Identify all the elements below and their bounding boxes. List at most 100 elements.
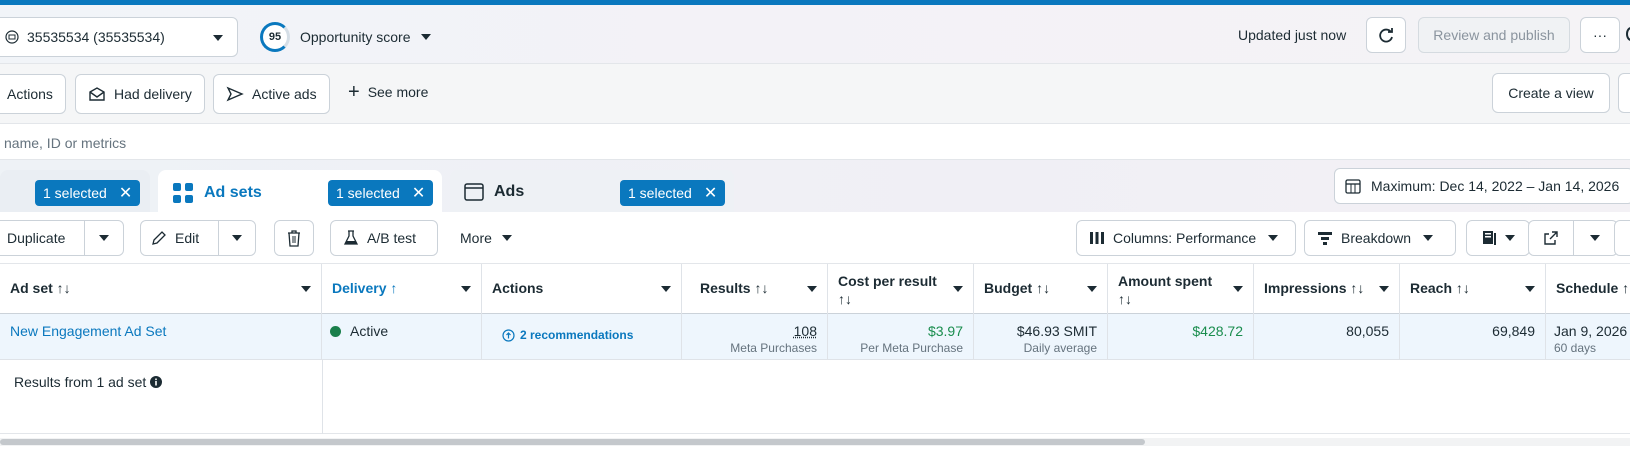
chevron-down-icon xyxy=(1268,235,1279,241)
opportunity-score-badge: 95 xyxy=(260,22,290,52)
filter-chip-label: Actions xyxy=(7,86,53,102)
collapse-panel-button[interactable] xyxy=(1618,73,1630,113)
date-range-picker[interactable]: Maximum: Dec 14, 2022 – Jan 14, 2026 xyxy=(1334,168,1630,204)
export-button[interactable] xyxy=(1529,221,1573,255)
scrollbar-thumb[interactable] xyxy=(0,439,1145,445)
level-tabs: 1 selected ✕ Ad sets 1 selected ✕ Ads 1 se… xyxy=(0,160,1630,212)
budget-value[interactable]: $46.93 SMIT xyxy=(1017,323,1097,339)
cost-per-result-value: $3.97 xyxy=(927,323,963,339)
chevron-down-icon[interactable] xyxy=(1379,286,1389,292)
cell-budget: $46.93 SMIT Daily average xyxy=(974,314,1108,360)
campaigns-selected-pill[interactable]: 1 selected ✕ xyxy=(35,180,141,206)
ab-test-button[interactable]: A/B test xyxy=(330,220,438,256)
columns-button[interactable]: Columns: Performance xyxy=(1076,220,1296,256)
chevron-down-icon xyxy=(232,235,243,241)
ab-test-label: A/B test xyxy=(367,230,417,246)
duplicate-label: Duplicate xyxy=(7,230,66,246)
close-icon[interactable]: ✕ xyxy=(412,183,425,203)
see-more-filters[interactable]: + See more xyxy=(348,82,429,102)
selected-count: 1 selected xyxy=(336,185,400,201)
chevron-down-icon[interactable] xyxy=(1087,286,1097,292)
chevron-down-icon xyxy=(420,34,431,40)
create-view-button[interactable]: Create a view xyxy=(1492,73,1610,113)
action-toolbar: Duplicate Edit A/B test More Columns: Pe… xyxy=(0,212,1630,264)
column-header-results[interactable]: Results ↑↓ xyxy=(682,264,828,314)
filter-chip-label: Active ads xyxy=(252,86,317,102)
impressions-value: 80,055 xyxy=(1346,323,1389,339)
breakdown-button[interactable]: Breakdown xyxy=(1304,220,1456,256)
ads-selected-pill[interactable]: 1 selected ✕ xyxy=(620,180,726,206)
close-icon[interactable]: ✕ xyxy=(704,183,717,203)
account-selector[interactable]: 35535534 (35535534) xyxy=(0,17,238,57)
chevron-down-icon[interactable] xyxy=(461,286,471,292)
duplicate-button[interactable]: Duplicate xyxy=(0,221,84,255)
column-header-reach[interactable]: Reach ↑↓ xyxy=(1400,264,1546,314)
chevron-down-icon xyxy=(501,235,512,241)
column-header-schedule[interactable]: Schedule ↑↓ xyxy=(1546,264,1630,314)
amount-spent-value: $428.72 xyxy=(1192,323,1243,339)
envelope-icon xyxy=(89,87,105,101)
opportunity-score[interactable]: 95 Opportunity score xyxy=(260,22,431,52)
recommendations-link[interactable]: 2 recommendations xyxy=(502,328,633,342)
pencil-icon xyxy=(152,231,166,245)
cell-impressions: 80,055 xyxy=(1254,314,1400,360)
column-header-budget[interactable]: Budget ↑↓ xyxy=(974,264,1108,314)
column-header-cost-per-result[interactable]: Cost per result ↑↓ xyxy=(828,264,974,314)
export-dropdown[interactable] xyxy=(1574,221,1618,255)
results-value[interactable]: 108 xyxy=(794,323,817,339)
ad-sets-selected-pill[interactable]: 1 selected ✕ xyxy=(328,180,434,206)
review-publish-button[interactable]: Review and publish xyxy=(1418,17,1570,53)
chevron-down-icon[interactable] xyxy=(953,286,963,292)
cell-results: 108 Meta Purchases xyxy=(682,314,828,360)
more-actions-button[interactable]: More xyxy=(460,230,512,246)
header-line: ↑↓ xyxy=(838,291,852,307)
recommendation-icon xyxy=(502,328,515,342)
refresh-button[interactable] xyxy=(1366,17,1406,53)
send-icon xyxy=(226,86,244,102)
edit-dropdown[interactable] xyxy=(219,221,255,255)
tab-campaigns[interactable]: 1 selected ✕ xyxy=(0,170,150,212)
close-icon[interactable]: ✕ xyxy=(119,183,132,203)
column-header-amount-spent[interactable]: Amount spent ↑↓ xyxy=(1108,264,1254,314)
breakdown-label: Breakdown xyxy=(1341,230,1412,246)
horizontal-scrollbar[interactable] xyxy=(0,438,1630,446)
tab-ad-sets[interactable]: Ad sets 1 selected ✕ xyxy=(158,170,442,212)
column-header-actions[interactable]: Actions xyxy=(482,264,682,314)
see-more-label: See more xyxy=(367,84,429,100)
filter-chip-actions[interactable]: Actions xyxy=(0,74,66,114)
trash-icon xyxy=(288,230,300,247)
column-header-impressions[interactable]: Impressions ↑↓ xyxy=(1254,264,1400,314)
extra-toolbar-button[interactable] xyxy=(1614,220,1630,256)
cell-reach: 69,849 xyxy=(1400,314,1546,360)
chevron-down-icon[interactable] xyxy=(807,286,817,292)
chevron-down-icon[interactable] xyxy=(1525,286,1535,292)
duplicate-dropdown[interactable] xyxy=(85,221,123,255)
table-row[interactable]: New Engagement Ad Set Active 2 recommend… xyxy=(0,314,1630,360)
tab-label: Ad sets xyxy=(204,184,262,201)
chevron-down-icon[interactable] xyxy=(301,286,311,292)
search-bar[interactable]: name, ID or metrics xyxy=(0,124,1630,160)
info-icon[interactable] xyxy=(150,376,163,388)
reports-button[interactable] xyxy=(1466,220,1530,256)
date-range-label: Maximum: Dec 14, 2022 – Jan 14, 2026 xyxy=(1371,178,1620,194)
ad-set-name-link[interactable]: New Engagement Ad Set xyxy=(10,323,166,339)
column-header-label: Results ↑↓ xyxy=(700,280,769,296)
filter-chip-label: Had delivery xyxy=(114,86,192,102)
schedule-subtext: 60 days xyxy=(1554,341,1597,355)
delete-button[interactable] xyxy=(274,220,314,256)
column-header-label: Budget ↑↓ xyxy=(984,280,1051,296)
column-header-ad-set[interactable]: Ad set ↑↓ xyxy=(0,264,322,314)
column-divider xyxy=(322,360,323,434)
edit-button[interactable]: Edit xyxy=(141,221,218,255)
more-options-button[interactable]: ··· xyxy=(1580,17,1620,53)
column-header-delivery[interactable]: Delivery ↑ xyxy=(322,264,482,314)
updated-status: Updated just now xyxy=(1238,27,1347,43)
chevron-down-icon[interactable] xyxy=(661,286,671,292)
search-placeholder: name, ID or metrics xyxy=(4,135,127,151)
filter-chip-active-ads[interactable]: Active ads xyxy=(213,74,330,114)
filter-chip-had-delivery[interactable]: Had delivery xyxy=(75,74,205,114)
tab-ads[interactable]: Ads 1 selected ✕ xyxy=(450,170,734,212)
chevron-down-icon[interactable] xyxy=(1233,286,1243,292)
help-icon[interactable] xyxy=(1626,27,1630,41)
cell-cost-per-result: $3.97 Per Meta Purchase xyxy=(828,314,974,360)
